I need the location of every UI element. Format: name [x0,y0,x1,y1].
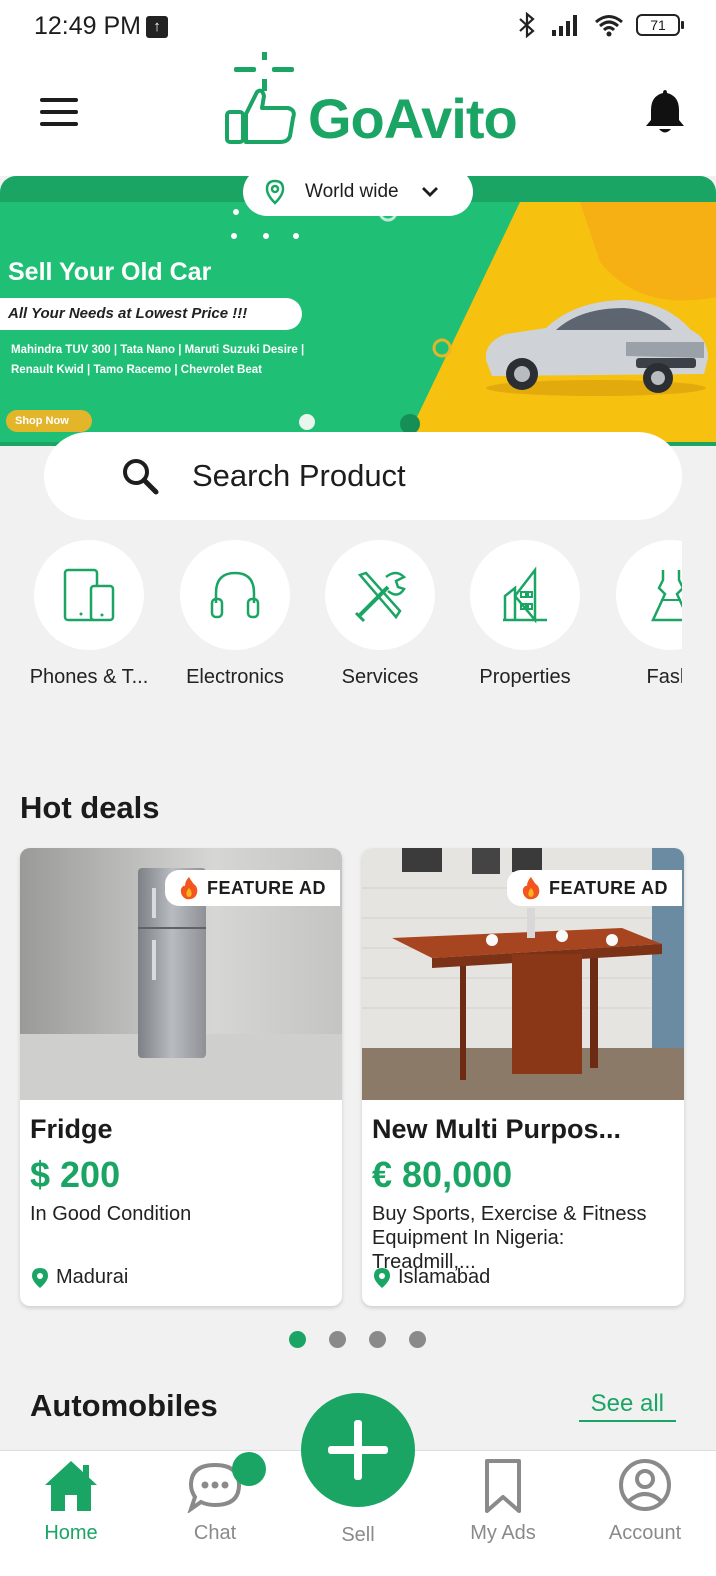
account-icon [619,1459,671,1511]
nav-my-ads[interactable]: My Ads [448,1457,558,1545]
battery-indicator: 71 [636,14,684,36]
carousel-dot[interactable] [329,1331,346,1348]
search-input[interactable]: Search Product [44,432,682,520]
carousel-dot[interactable] [409,1331,426,1348]
feature-ad-badge: FEATURE AD [165,870,340,906]
product-name: New Multi Purpos... [372,1114,622,1144]
status-time: 12:49 PM [34,12,142,40]
category-label: Services [341,666,419,688]
category-circle [34,540,144,650]
location-pin-icon [32,1267,48,1288]
product-description: In Good Condition [30,1203,192,1225]
banner-models-line-2: Renault Kwid | Tamo Racemo | Chevrolet B… [11,364,262,376]
automobiles-title: Automobiles [30,1388,218,1423]
nav-home-label: Home [44,1522,98,1544]
promo-banner[interactable]: Sell Your Old Car All Your Needs at Lowe… [0,202,716,442]
home-icon [45,1461,97,1511]
shop-now-button[interactable]: Shop Now [6,410,92,432]
category-services[interactable]: Services [307,540,453,689]
nav-my-ads-label: My Ads [470,1522,536,1544]
category-label: Properties [479,666,571,688]
bookmark-icon [485,1459,521,1513]
category-fashion[interactable]: Fashi [598,540,682,689]
status-bar: 12:49 PM ↑ 71 [0,0,716,52]
category-label: Fashi [646,666,682,688]
nav-chat-label: Chat [193,1522,237,1544]
thumbs-up-logo-icon [225,52,296,144]
category-phones[interactable]: Phones & T... [16,540,162,689]
nav-account[interactable]: Account [590,1457,700,1545]
product-location: Madurai [32,1266,128,1289]
carousel-dot-active[interactable] [289,1331,306,1348]
tools-icon [354,571,407,623]
location-pin-icon [374,1267,390,1288]
category-circle [180,540,290,650]
nav-sell-label: Sell [341,1524,375,1546]
status-icons: 71 [516,12,684,38]
category-label: Phones & T... [29,666,149,688]
menu-icon[interactable] [40,98,78,126]
product-location-label: Islamabad [398,1266,491,1288]
car-image [485,300,708,396]
chat-notification-badge [232,1452,266,1486]
fire-icon [180,877,198,900]
carousel-indicator [289,1331,426,1348]
category-electronics[interactable]: Electronics [162,540,308,689]
carousel-dot[interactable] [369,1331,386,1348]
category-circle [616,540,682,650]
banner-models-line-1: Mahindra TUV 300 | Tata Nano | Maruti Su… [11,344,305,356]
product-location-label: Madurai [56,1266,129,1288]
brand-name: GoAvito [308,87,518,150]
app-header: GoAvito [0,52,716,176]
upload-notification-icon: ↑ [146,16,168,38]
banner-tagline: All Your Needs at Lowest Price !!! [0,298,302,330]
feature-ad-label: FEATURE AD [549,877,668,898]
nav-account-label: Account [608,1522,682,1544]
category-circle [325,540,435,650]
phone-tablet-icon [63,568,115,622]
product-card[interactable]: FEATURE AD New Multi Purpos... € 80,000 … [362,848,684,1306]
see-all-link[interactable]: See all [578,1390,676,1422]
hot-deals-title: Hot deals [20,790,160,825]
product-price: $ 200 [30,1154,121,1195]
fire-icon [522,877,540,900]
headphones-icon [210,571,260,619]
nav-home[interactable]: Home [16,1457,126,1545]
banner-models: Mahindra TUV 300 | Tata Nano | Maruti Su… [11,340,341,380]
banner-indicator-dot-active[interactable] [400,414,420,434]
battery-level: 71 [650,17,666,33]
sell-button[interactable] [301,1393,415,1507]
location-selector[interactable]: World wide [243,168,473,216]
product-image: FEATURE AD [20,848,342,1100]
category-circle [470,540,580,650]
category-label: Electronics [186,666,284,688]
signal-icon [552,15,577,36]
notification-bell-icon[interactable] [644,88,686,136]
banner-title: Sell Your Old Car [8,258,212,286]
wifi-icon [595,15,623,37]
product-image: FEATURE AD [362,848,684,1100]
banner-indicator-dot[interactable] [299,414,315,430]
category-list: Phones & T... Electronics Services Prope… [0,540,682,700]
location-pin-icon [265,179,285,205]
feature-ad-label: FEATURE AD [207,877,326,898]
product-name: Fridge [30,1114,113,1144]
chevron-down-icon [421,187,438,197]
brand-logo: GoAvito [224,52,544,176]
location-label: World wide [305,181,399,202]
product-price: € 80,000 [372,1154,513,1195]
bluetooth-icon [519,12,535,38]
product-location: Islamabad [374,1266,490,1289]
building-icon [503,566,547,624]
search-icon [123,459,159,495]
product-description: Buy Sports, Exercise & Fitness Equipment… [372,1203,647,1273]
feature-ad-badge: FEATURE AD [507,870,682,906]
search-placeholder: Search Product [192,458,406,493]
category-properties[interactable]: Properties [452,540,598,689]
dress-icon [651,570,682,622]
promo-banner-container: Sell Your Old Car All Your Needs at Lowe… [0,176,716,446]
product-card[interactable]: FEATURE AD Fridge $ 200 In Good Conditio… [20,848,342,1306]
